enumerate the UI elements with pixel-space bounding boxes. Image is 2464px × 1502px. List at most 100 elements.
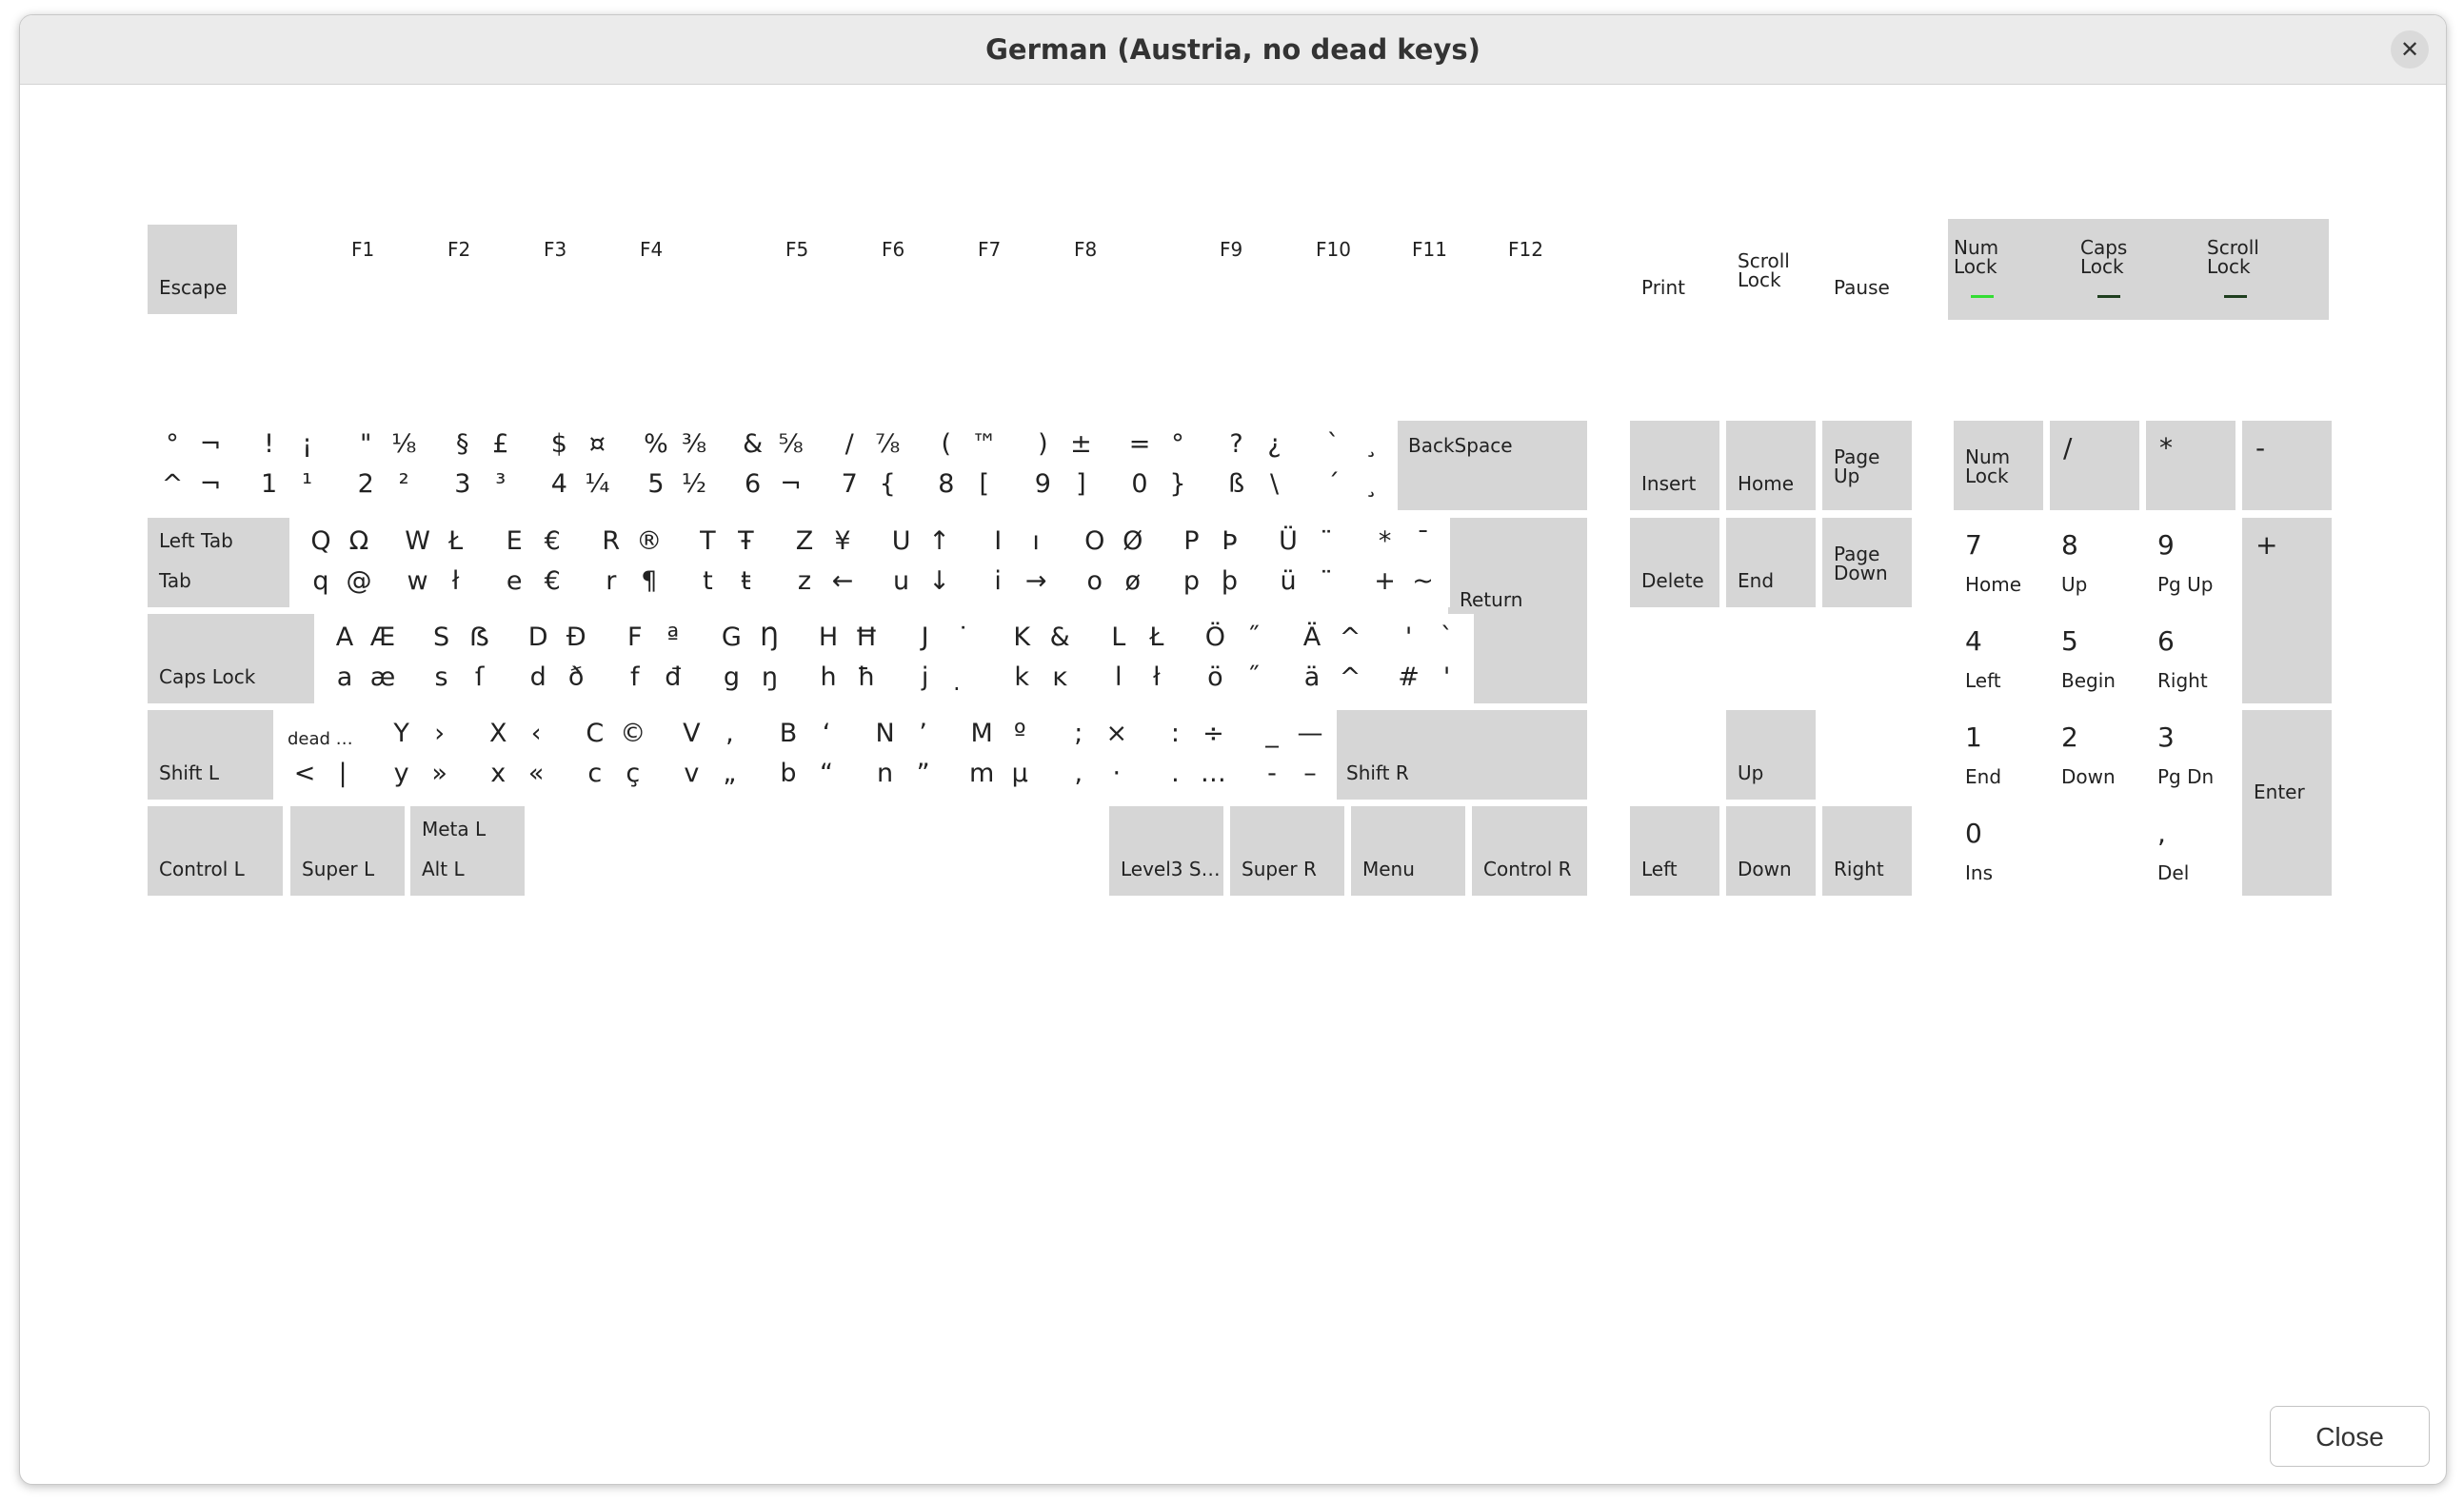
key-period[interactable]: : ÷.… [1150, 710, 1241, 800]
key-bksp[interactable]: BackSpace [1397, 421, 1587, 510]
key-acute[interactable]: ` ¸ ´ ¸ [1308, 421, 1399, 510]
key-scroll[interactable]: Scroll Lock [1726, 225, 1816, 314]
key-f1[interactable]: F1 [340, 225, 429, 314]
key-kp8[interactable]: 8 Up [2050, 518, 2139, 607]
key-f4[interactable]: F4 [628, 225, 718, 314]
key-f10[interactable]: F10 [1304, 225, 1394, 314]
key-numlock[interactable]: Num Lock [1954, 421, 2043, 510]
key-kp5[interactable]: 5 Begin [2050, 614, 2139, 703]
key-kp6[interactable]: 6 Right [2146, 614, 2235, 703]
key-kp4[interactable]: 4 Left [1954, 614, 2043, 703]
key-h[interactable]: HĦhħ [804, 614, 893, 703]
key-end[interactable]: End [1726, 518, 1816, 607]
key-grave[interactable]: ° ¬ ^ ¬ [148, 421, 237, 510]
key-k6[interactable]: & ⅝ 6 ¬ [727, 421, 818, 510]
key-e[interactable]: E € e € [489, 518, 580, 607]
key-v[interactable]: V, v „ [666, 710, 757, 800]
key-s[interactable]: Sẞsſ [416, 614, 507, 703]
key-z[interactable]: Z ¥ z ← [780, 518, 869, 607]
key-kp3[interactable]: 3 Pg Dn [2146, 710, 2235, 800]
key-k5[interactable]: % ⅜ 5 ½ [631, 421, 721, 510]
key-f7[interactable]: F7 [966, 225, 1056, 314]
key-t[interactable]: TŦtŧ [683, 518, 773, 607]
key-del[interactable]: Delete [1630, 518, 1719, 607]
key-kp7[interactable]: 7 Home [1954, 518, 2043, 607]
key-k7[interactable]: / ⅞ 7 { [825, 421, 915, 510]
key-plus[interactable]: * ¯ + ~ [1360, 518, 1450, 607]
key-rshift[interactable]: Shift R [1335, 710, 1587, 800]
key-n[interactable]: N ’ n ” [860, 710, 950, 800]
key-pause[interactable]: Pause [1822, 225, 1912, 314]
key-lshift[interactable]: Shift L [148, 710, 273, 800]
key-f8[interactable]: F8 [1063, 225, 1152, 314]
key-minus[interactable]: _ — - – [1247, 710, 1337, 800]
key-down[interactable]: Down [1726, 806, 1816, 896]
key-u[interactable]: U ↑ u ↓ [876, 518, 966, 607]
key-f5[interactable]: F5 [774, 225, 864, 314]
key-i[interactable]: Iı i → [973, 518, 1063, 607]
key-f11[interactable]: F11 [1401, 225, 1490, 314]
key-menu[interactable]: Menu [1351, 806, 1465, 896]
key-k2[interactable]: " ⅛ 2 ² [341, 421, 431, 510]
close-button[interactable]: Close [2270, 1406, 2430, 1467]
key-tab[interactable]: Left Tab Tab [148, 518, 289, 607]
key-kpdec[interactable]: , Del [2146, 806, 2235, 896]
key-kpmul[interactable]: * [2146, 421, 2235, 510]
key-pgup[interactable]: Page Up [1822, 421, 1912, 510]
key-y[interactable]: Y › y » [376, 710, 467, 800]
key-kp1[interactable]: 1 End [1954, 710, 2043, 800]
key-kpdiv[interactable]: / [2050, 421, 2139, 510]
key-k4[interactable]: $ ¤ 4 ¼ [534, 421, 625, 510]
key-d[interactable]: DĐdð [513, 614, 604, 703]
key-f9[interactable]: F9 [1208, 225, 1298, 314]
key-lsgt[interactable]: dead … < | [280, 710, 369, 800]
key-b[interactable]: B ‘ b “ [764, 710, 853, 800]
key-kpenter[interactable]: Enter [2242, 710, 2332, 896]
key-pgdn[interactable]: Page Down [1822, 518, 1912, 607]
key-ins[interactable]: Insert [1630, 421, 1719, 510]
key-k[interactable]: K & k ĸ [997, 614, 1087, 703]
key-a[interactable]: AÆaæ [320, 614, 409, 703]
key-lalt[interactable]: Meta L Alt L [410, 806, 525, 896]
key-oe[interactable]: Ö ˝ ö ˝ [1190, 614, 1281, 703]
key-r[interactable]: R ® r ¶ [586, 518, 676, 607]
key-f6[interactable]: F6 [870, 225, 960, 314]
key-w[interactable]: WŁwł [392, 518, 483, 607]
key-left[interactable]: Left [1630, 806, 1719, 896]
key-caps[interactable]: Caps Lock [148, 614, 314, 703]
key-print[interactable]: Print [1630, 225, 1719, 314]
key-ue[interactable]: Ü ¨ ü ¨ [1263, 518, 1353, 607]
key-kp9[interactable]: 9 Pg Up [2146, 518, 2235, 607]
key-p[interactable]: PÞpþ [1166, 518, 1257, 607]
key-k8[interactable]: (™ 8 [ [921, 421, 1011, 510]
key-kpadd[interactable]: + [2242, 518, 2332, 703]
key-f12[interactable]: F12 [1497, 225, 1586, 314]
key-gk[interactable]: GŊgŋ [706, 614, 797, 703]
key-k9[interactable]: ) ±9] [1018, 421, 1108, 510]
key-esc[interactable]: Escape [148, 225, 237, 314]
key-comma[interactable]: ; ×, · [1053, 710, 1143, 800]
key-home[interactable]: Home [1726, 421, 1816, 510]
key-hash[interactable]: ' ` # ' [1383, 614, 1474, 703]
key-rctrl[interactable]: Control R [1472, 806, 1587, 896]
key-space[interactable] [530, 806, 1107, 896]
key-rsuper[interactable]: Super R [1230, 806, 1344, 896]
key-kp0[interactable]: 0 Ins [1954, 806, 2139, 896]
key-q[interactable]: Q Ωq @ [296, 518, 386, 607]
key-lsuper[interactable]: Super L [290, 806, 405, 896]
key-c[interactable]: C © c ç [569, 710, 660, 800]
key-ae[interactable]: Ä ^ ä ^ [1287, 614, 1377, 703]
key-right[interactable]: Right [1822, 806, 1912, 896]
key-altgr[interactable]: Level3 S… [1109, 806, 1223, 896]
key-kp2[interactable]: 2 Down [2050, 710, 2139, 800]
key-k3[interactable]: § £3 ³ [437, 421, 527, 510]
key-f[interactable]: Fªfđ [609, 614, 700, 703]
key-lctrl[interactable]: Control L [148, 806, 283, 896]
key-x[interactable]: X ‹ x « [473, 710, 564, 800]
key-up[interactable]: Up [1726, 710, 1816, 800]
key-k0[interactable]: = ° 0} [1115, 421, 1204, 510]
key-f2[interactable]: F2 [436, 225, 526, 314]
key-kpsub[interactable]: - [2242, 421, 2332, 510]
key-o[interactable]: OØoø [1069, 518, 1160, 607]
key-f3[interactable]: F3 [532, 225, 622, 314]
